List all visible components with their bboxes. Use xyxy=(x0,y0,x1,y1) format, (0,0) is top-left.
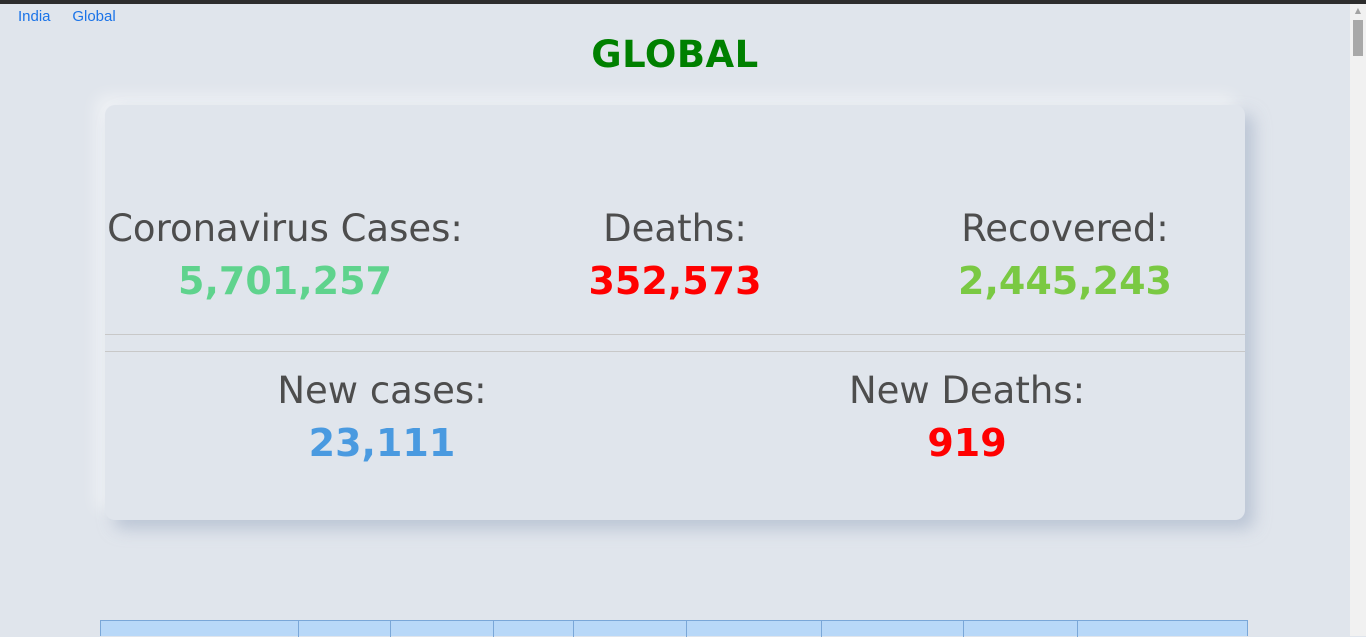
deaths-value: 352,573 xyxy=(588,259,762,303)
deaths-label: Deaths: xyxy=(603,207,747,250)
nav-link-india[interactable]: India xyxy=(18,8,51,25)
divider-bottom xyxy=(105,351,1245,352)
vertical-scrollbar[interactable]: ▲ xyxy=(1350,4,1366,636)
top-nav: India Global xyxy=(18,7,133,25)
new-cases-label: New cases: xyxy=(277,369,487,412)
table-header-divider xyxy=(573,621,574,637)
browser-top-edge xyxy=(0,0,1366,4)
nav-link-global[interactable]: Global xyxy=(72,8,115,25)
recovered-stat: Recovered: 2,445,243 xyxy=(885,207,1245,305)
recovered-value: 2,445,243 xyxy=(958,259,1172,303)
cases-value: 5,701,257 xyxy=(178,259,392,303)
table-header-divider xyxy=(821,621,822,637)
cases-stat: Coronavirus Cases: 5,701,257 xyxy=(105,207,465,305)
table-header-divider xyxy=(1077,621,1078,637)
scrollbar-thumb[interactable] xyxy=(1353,20,1363,56)
new-cases-value: 23,111 xyxy=(308,421,456,465)
table-header-divider xyxy=(298,621,299,637)
table-header-divider xyxy=(493,621,494,637)
deaths-stat: Deaths: 352,573 xyxy=(495,207,855,305)
table-header-divider xyxy=(686,621,687,637)
table-header-divider xyxy=(963,621,964,637)
table-header-divider xyxy=(390,621,391,637)
page-title: GLOBAL xyxy=(591,33,759,76)
cases-label: Coronavirus Cases: xyxy=(107,207,463,250)
divider-top xyxy=(105,334,1245,335)
new-deaths-stat: New Deaths: 919 xyxy=(747,369,1187,467)
stats-card: Coronavirus Cases: 5,701,257 Deaths: 352… xyxy=(105,105,1245,520)
new-deaths-value: 919 xyxy=(927,421,1007,465)
country-table-header xyxy=(100,620,1248,637)
new-cases-stat: New cases: 23,111 xyxy=(162,369,602,467)
scroll-up-arrow-icon[interactable]: ▲ xyxy=(1350,4,1366,18)
recovered-label: Recovered: xyxy=(961,207,1169,250)
new-deaths-label: New Deaths: xyxy=(848,369,1086,412)
